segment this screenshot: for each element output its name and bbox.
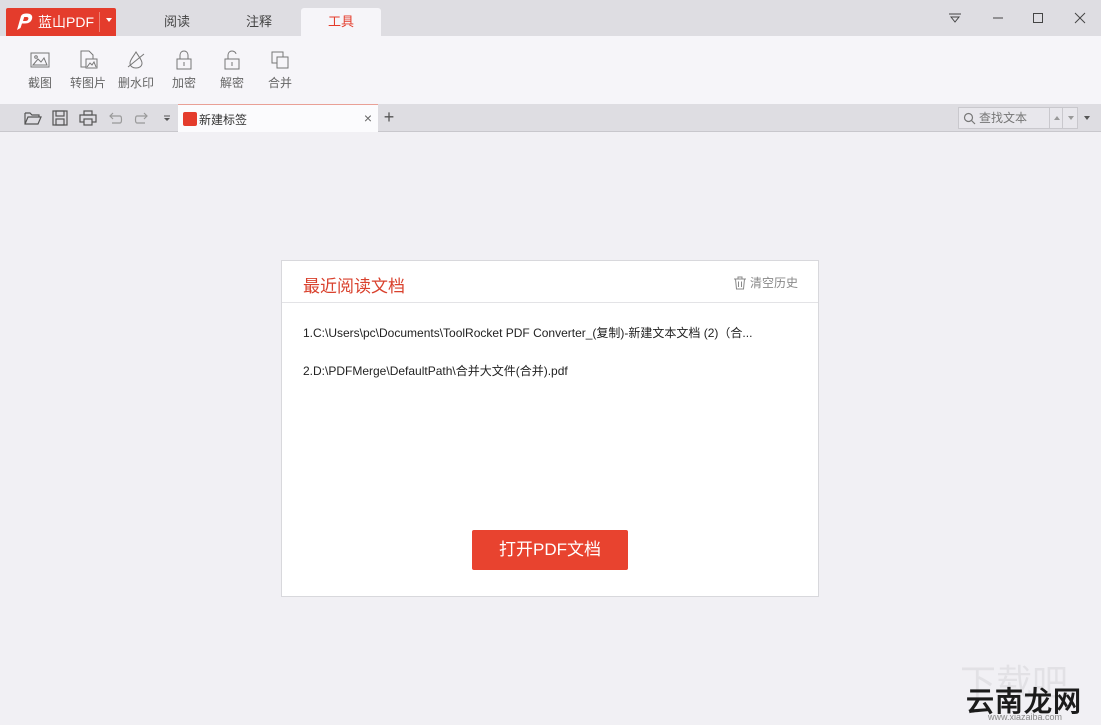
search-icon	[963, 112, 976, 125]
tab-annotate[interactable]: 注释	[219, 8, 299, 36]
title-bar: 蓝山PDF 阅读 注释 工具	[0, 0, 1101, 36]
recent-documents-panel: 最近阅读文档 清空历史 1.C:\Users\pc\Documents\Tool…	[281, 260, 819, 597]
main-area: 最近阅读文档 清空历史 1.C:\Users\pc\Documents\Tool…	[0, 133, 1101, 725]
panel-header: 最近阅读文档 清空历史	[282, 261, 818, 303]
to-image-button[interactable]: 转图片	[66, 50, 110, 91]
app-name: 蓝山PDF	[38, 14, 94, 30]
ribbon-toolbar: 截图 转图片 删水印 加密 解密 合并	[0, 36, 1101, 104]
open-pdf-button[interactable]: 打开PDF文档	[472, 530, 628, 570]
close-icon	[1074, 12, 1086, 24]
remove-watermark-icon	[127, 51, 145, 69]
recent-item[interactable]: 2.D:\PDFMerge\DefaultPath\合并大文件(合并).pdf	[303, 362, 783, 379]
app-logo-icon	[17, 13, 33, 30]
screenshot-button[interactable]: 截图	[18, 50, 62, 91]
open-folder-icon[interactable]	[24, 110, 42, 126]
clear-history-label: 清空历史	[749, 276, 798, 290]
site-watermark: 下载吧 云南龙网 www.xiazaiba.com	[960, 663, 1101, 725]
tab-list-dropdown-icon[interactable]	[1084, 116, 1090, 120]
arrow-up-icon	[1054, 116, 1060, 120]
pdf-file-icon	[183, 112, 197, 126]
lock-icon	[176, 50, 192, 70]
customize-dropdown-icon[interactable]	[158, 110, 176, 126]
encrypt-button[interactable]: 加密	[162, 50, 206, 91]
trash-icon	[733, 276, 746, 289]
minimize-button[interactable]	[983, 6, 1013, 30]
to-image-icon	[80, 50, 98, 69]
merge-button[interactable]: 合并	[258, 50, 302, 91]
close-window-button[interactable]	[1065, 6, 1095, 30]
arrow-down-icon	[1068, 116, 1074, 120]
merge-icon	[271, 51, 289, 69]
tab-tools[interactable]: 工具	[301, 8, 381, 36]
document-tab[interactable]: 新建标签 ×	[178, 104, 378, 132]
panel-title: 最近阅读文档	[303, 277, 405, 296]
tab-read[interactable]: 阅读	[137, 8, 217, 36]
document-tab-bar: 新建标签 × +	[0, 104, 1101, 132]
close-tab-icon[interactable]: ×	[364, 110, 372, 126]
unlock-icon	[224, 50, 240, 70]
window-menu-button[interactable]	[940, 6, 970, 30]
chevron-down-icon[interactable]	[106, 18, 112, 22]
redo-icon[interactable]	[133, 110, 151, 126]
save-icon[interactable]	[51, 110, 69, 126]
remove-watermark-button[interactable]: 删水印	[114, 50, 158, 91]
decrypt-button[interactable]: 解密	[210, 50, 254, 91]
recent-item[interactable]: 1.C:\Users\pc\Documents\ToolRocket PDF C…	[303, 324, 783, 341]
menu-icon	[949, 13, 961, 23]
maximize-icon	[1033, 13, 1043, 23]
search-prev-button[interactable]	[1050, 108, 1063, 128]
new-tab-button[interactable]: +	[381, 107, 397, 127]
screenshot-icon	[30, 52, 50, 68]
search-box	[958, 107, 1078, 129]
undo-icon[interactable]	[106, 110, 124, 126]
clear-history-button[interactable]: 清空历史	[733, 274, 798, 291]
search-input[interactable]	[979, 110, 1049, 126]
app-menu-button[interactable]: 蓝山PDF	[6, 8, 116, 36]
print-icon[interactable]	[79, 110, 97, 126]
document-tab-label: 新建标签	[199, 113, 248, 127]
maximize-button[interactable]	[1023, 6, 1053, 30]
watermark-subtext: www.xiazaiba.com	[988, 712, 1063, 722]
search-next-button[interactable]	[1064, 108, 1077, 128]
minimize-icon	[993, 17, 1003, 19]
